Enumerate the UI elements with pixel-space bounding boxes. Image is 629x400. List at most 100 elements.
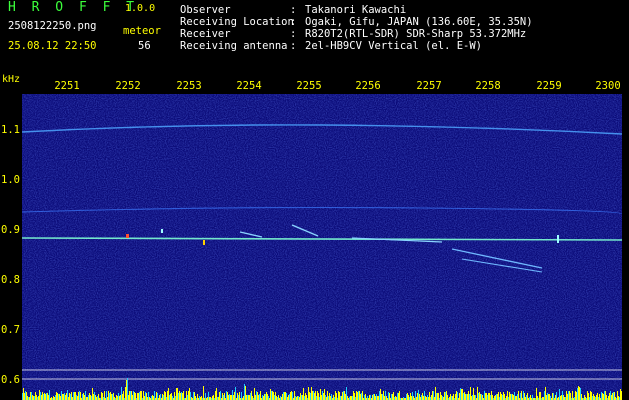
activity-bar <box>203 386 204 400</box>
activity-bar <box>490 395 491 400</box>
frequency-tick: 1.0 <box>1 174 20 186</box>
activity-bar <box>36 395 37 400</box>
info-value-location: Ogaki, Gifu, JAPAN (136.60E, 35.35N) <box>305 16 533 28</box>
activity-bar <box>438 393 439 400</box>
time-tick: 2259 <box>536 80 562 92</box>
activity-bar <box>89 393 90 400</box>
file-name: 2508122250.png <box>8 20 97 32</box>
activity-bar <box>42 392 43 400</box>
activity-bar <box>421 395 422 400</box>
activity-bar <box>465 394 466 400</box>
activity-bar <box>76 395 77 400</box>
frequency-tick: 0.7 <box>1 324 20 336</box>
activity-bar <box>474 395 475 400</box>
activity-bar <box>613 392 614 400</box>
activity-bar <box>91 396 92 400</box>
activity-bar <box>171 393 172 400</box>
activity-bar <box>228 395 229 400</box>
activity-bar <box>606 395 607 400</box>
activity-bar <box>274 395 275 400</box>
time-tick: 2300 <box>595 80 621 92</box>
activity-bar <box>132 395 133 400</box>
activity-bar <box>364 395 365 400</box>
activity-bar <box>548 394 549 400</box>
activity-bar <box>584 395 585 400</box>
activity-bar <box>569 391 570 400</box>
activity-bar <box>353 391 354 400</box>
activity-bar <box>227 392 228 400</box>
activity-bar <box>316 396 317 400</box>
activity-bar <box>417 393 418 400</box>
activity-bar <box>562 391 563 400</box>
activity-bar <box>386 396 387 400</box>
activity-bar <box>450 394 451 400</box>
activity-bar <box>130 391 131 400</box>
activity-bar <box>555 395 556 400</box>
file-datetime: 25.08.12 22:50 <box>8 40 97 52</box>
activity-bar <box>568 391 569 400</box>
info-colon: : <box>290 16 297 28</box>
activity-bar <box>431 395 432 400</box>
activity-bar <box>317 391 318 400</box>
activity-bar <box>418 390 419 400</box>
activity-bar <box>220 391 221 400</box>
activity-bar <box>527 393 528 400</box>
activity-bar <box>25 391 26 400</box>
activity-bar <box>580 388 581 400</box>
app-title: H R O F F T <box>8 0 139 15</box>
activity-bar <box>604 391 605 400</box>
activity-bar <box>112 394 113 400</box>
activity-bar <box>579 387 580 400</box>
activity-bar <box>134 392 135 400</box>
activity-bar <box>69 393 70 400</box>
activity-bar <box>603 394 604 400</box>
activity-bar <box>503 392 504 400</box>
activity-bar <box>24 393 25 400</box>
activity-bar <box>341 396 342 400</box>
activity-bar <box>385 391 386 400</box>
activity-bar <box>536 388 537 400</box>
activity-bar <box>304 396 305 400</box>
activity-bar <box>408 395 409 400</box>
activity-bar <box>460 388 461 400</box>
activity-bar <box>323 393 324 400</box>
activity-bar <box>442 396 443 400</box>
activity-bar <box>459 393 460 400</box>
activity-bar <box>194 392 195 400</box>
activity-bar <box>406 394 407 400</box>
time-tick: 2251 <box>54 80 80 92</box>
activity-bar <box>222 393 223 400</box>
activity-bar <box>271 391 272 400</box>
activity-bar <box>312 391 313 400</box>
activity-bar <box>170 394 171 400</box>
activity-bar <box>119 396 120 400</box>
activity-bar <box>70 394 71 400</box>
time-tick: 2255 <box>296 80 322 92</box>
activity-bar <box>497 394 498 400</box>
activity-bar <box>159 395 160 400</box>
activity-bar <box>544 391 545 400</box>
info-colon: : <box>290 40 297 52</box>
activity-bar <box>60 396 61 400</box>
activity-bar <box>479 392 480 400</box>
activity-bar <box>379 391 380 400</box>
activity-bar <box>238 395 239 400</box>
activity-bar <box>425 396 426 400</box>
activity-bar <box>427 395 428 400</box>
activity-bar <box>71 392 72 400</box>
activity-bar <box>190 392 191 400</box>
time-tick: 2257 <box>416 80 442 92</box>
activity-bar <box>144 396 145 400</box>
activity-bar <box>97 396 98 400</box>
activity-bar <box>84 395 85 400</box>
activity-bar <box>186 391 187 400</box>
activity-bar <box>294 391 295 400</box>
activity-bar <box>593 394 594 400</box>
activity-bar <box>174 392 175 400</box>
activity-bar <box>234 392 235 400</box>
activity-bar <box>246 395 247 400</box>
activity-bar <box>511 394 512 400</box>
activity-bar <box>188 391 189 400</box>
activity-bar <box>179 391 180 400</box>
activity-bar <box>545 387 546 400</box>
